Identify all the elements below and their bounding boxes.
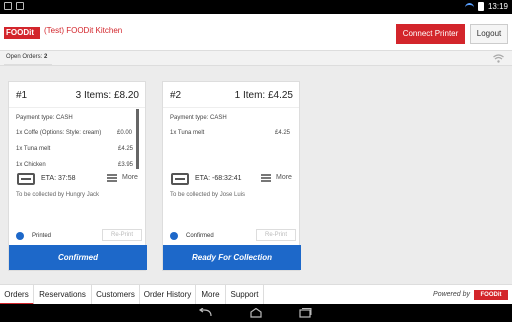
tab-order-history[interactable]: Order History bbox=[140, 285, 196, 305]
order-card[interactable]: #1 3 Items: £8.20 Payment type: CASH 1x … bbox=[8, 81, 147, 271]
foodit-logo: FOODit bbox=[4, 27, 40, 39]
order-action-button[interactable]: Ready For Collection bbox=[163, 245, 301, 270]
home-icon[interactable] bbox=[249, 308, 263, 318]
back-icon[interactable] bbox=[198, 308, 212, 318]
tab-reservations[interactable]: Reservations bbox=[34, 285, 92, 305]
collected-by: To be collected by Jose Luis bbox=[170, 192, 246, 198]
tab-orders[interactable]: Orders bbox=[0, 285, 34, 305]
open-orders-tab[interactable]: Open Orders: 2 bbox=[6, 54, 47, 60]
order-item-price: £4.25 bbox=[275, 130, 291, 136]
more-button[interactable]: More bbox=[122, 174, 138, 181]
eta: ETA: -68:32:41 bbox=[195, 175, 242, 182]
more-button[interactable]: More bbox=[276, 174, 292, 181]
open-orders-count: 2 bbox=[44, 54, 48, 60]
reprint-button[interactable]: Re-Print bbox=[256, 229, 296, 241]
order-card-header: #1 3 Items: £8.20 bbox=[9, 82, 145, 108]
payment-type: Payment type: CASH bbox=[16, 115, 73, 121]
logout-button[interactable]: Logout bbox=[470, 24, 508, 44]
takeaway-bag-icon bbox=[171, 173, 189, 185]
menu-icon[interactable] bbox=[261, 174, 271, 182]
system-status-bar: 13:19 bbox=[0, 0, 512, 14]
tab-more[interactable]: More bbox=[196, 285, 226, 305]
menu-icon[interactable] bbox=[107, 174, 117, 182]
order-item-price: £0.00 bbox=[117, 130, 133, 136]
order-status: Confirmed bbox=[186, 233, 214, 239]
collected-by: To be collected by Hungry Jack bbox=[16, 192, 100, 198]
tab-underline bbox=[4, 64, 52, 66]
connect-printer-button[interactable]: Connect Printer bbox=[396, 24, 465, 44]
battery-icon bbox=[477, 2, 484, 11]
bottom-tab-bar: Orders Reservations Customers Order Hist… bbox=[0, 284, 512, 305]
clock: 13:19 bbox=[487, 2, 508, 11]
order-card[interactable]: #2 1 Item: £4.25 Payment type: CASH 1x T… bbox=[162, 81, 301, 271]
order-item: 1x Tuna melt bbox=[16, 146, 51, 152]
tab-customers[interactable]: Customers bbox=[92, 285, 140, 305]
order-number: #1 bbox=[16, 90, 28, 101]
open-orders-bar: Open Orders: 2 bbox=[0, 50, 512, 66]
reprint-button[interactable]: Re-Print bbox=[102, 229, 142, 241]
order-number: #2 bbox=[170, 90, 182, 101]
system-nav-bar bbox=[0, 304, 512, 322]
eta: ETA: 37:58 bbox=[41, 175, 76, 182]
status-dot-icon bbox=[170, 232, 178, 240]
notification-icon bbox=[16, 2, 24, 10]
order-item: 1x Coffe (Options: Style: cream) bbox=[16, 130, 102, 136]
wifi-icon bbox=[493, 54, 504, 63]
scrollbar[interactable] bbox=[136, 109, 139, 169]
status-dot-icon bbox=[16, 232, 24, 240]
payment-type: Payment type: CASH bbox=[170, 115, 227, 121]
order-card-header: #2 1 Item: £4.25 bbox=[163, 82, 299, 108]
order-item: 1x Chicken bbox=[16, 162, 46, 168]
open-orders-label: Open Orders: bbox=[6, 54, 43, 60]
takeaway-bag-icon bbox=[17, 173, 35, 185]
recent-apps-icon[interactable] bbox=[298, 308, 312, 318]
powered-by-label: Powered by bbox=[433, 291, 470, 298]
order-action-button[interactable]: Confirmed bbox=[9, 245, 147, 270]
order-item-price: £3.95 bbox=[118, 162, 134, 168]
app-header: FOODit (Test) FOODit Kitchen Connect Pri… bbox=[0, 14, 512, 50]
order-item: 1x Tuna melt bbox=[170, 130, 205, 136]
order-item-price: £4.25 bbox=[118, 146, 134, 152]
kitchen-title: (Test) FOODit Kitchen bbox=[44, 26, 123, 35]
order-summary: 1 Item: £4.25 bbox=[234, 90, 293, 101]
tab-support[interactable]: Support bbox=[226, 285, 264, 305]
notification-icon bbox=[4, 2, 12, 10]
foodit-footer-logo: FOODit bbox=[474, 290, 508, 300]
order-summary: 3 Items: £8.20 bbox=[75, 90, 139, 101]
wifi-signal-icon bbox=[464, 2, 474, 11]
order-status: Printed bbox=[32, 233, 52, 239]
